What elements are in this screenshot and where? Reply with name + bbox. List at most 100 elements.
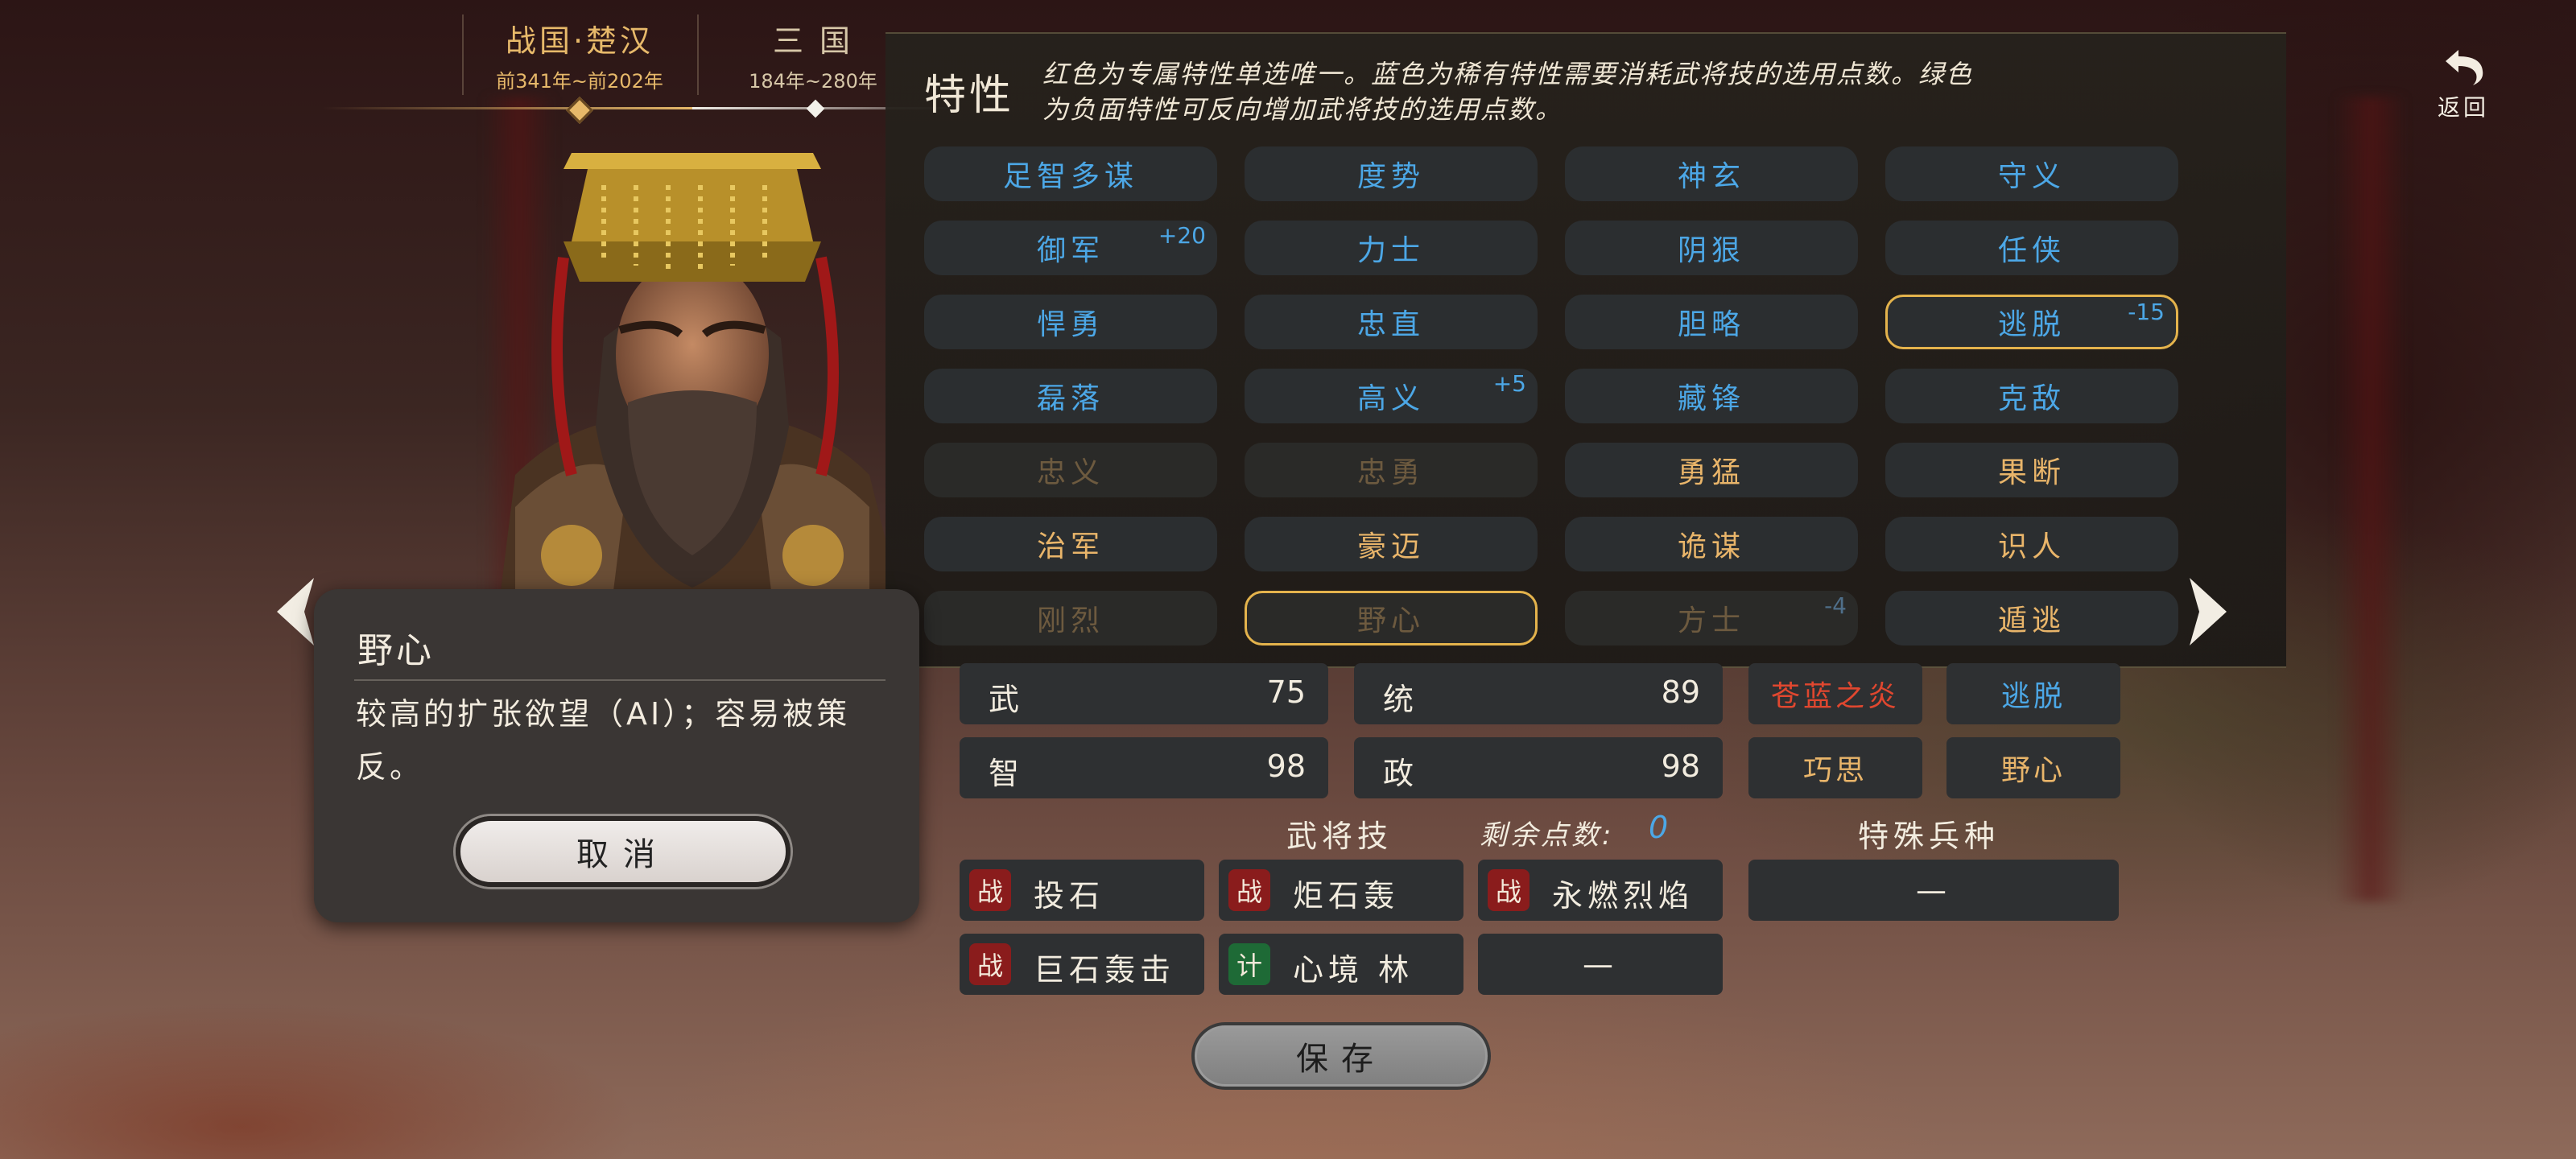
trait-option[interactable]: 足智多谋 — [924, 146, 1217, 201]
trait-option[interactable]: 识人 — [1885, 517, 2178, 571]
war-badge-icon: 战 — [1488, 869, 1530, 911]
trait-label: 诡谋 — [1677, 530, 1745, 563]
tab-divider — [462, 14, 464, 95]
tab-years: 前341年~前202年 — [496, 70, 663, 93]
trait-option[interactable]: 悍勇 — [924, 295, 1217, 349]
stat-label: 武 — [989, 682, 1020, 717]
trait-option[interactable]: 胆略 — [1565, 295, 1858, 349]
skill-name: 巨石轰击 — [1034, 952, 1176, 988]
trait-option[interactable]: 遁逃 — [1885, 591, 2178, 645]
stat-value: 98 — [1266, 749, 1306, 784]
timeline-active — [322, 107, 692, 109]
trait-label: 力士 — [1356, 234, 1425, 267]
trait-option[interactable]: 磊落 — [924, 369, 1217, 423]
return-icon — [2446, 50, 2483, 85]
trait-option[interactable]: 刚烈 — [924, 591, 1217, 645]
trait-option[interactable]: 克敌 — [1885, 369, 2178, 423]
tab-warring-states[interactable]: 战国·楚汉 前341年~前202年 — [467, 16, 692, 93]
cancel-button[interactable]: 取消 — [456, 816, 791, 887]
war-badge-icon: 战 — [969, 869, 1011, 911]
tab-name: 战国·楚汉 — [505, 23, 654, 59]
war-badge-icon: 战 — [1228, 869, 1270, 911]
stat-force: 武 75 — [960, 663, 1328, 724]
skill-slot-empty[interactable]: — — [1478, 934, 1723, 995]
trait-tooltip-popup: 野心 较高的扩张欲望（AI）；容易被策反。 取消 — [314, 589, 919, 922]
skills-title: 武将技 — [1286, 819, 1393, 854]
trait-option[interactable]: 忠勇 — [1245, 443, 1538, 497]
trait-option[interactable]: 度势 — [1245, 146, 1538, 201]
trait-label: 高义 — [1356, 382, 1425, 415]
skill-slot[interactable]: 战 永燃烈焰 — [1478, 860, 1723, 921]
trait-label: 识人 — [1997, 530, 2066, 563]
stat-value: 75 — [1266, 674, 1306, 710]
chevron-right-icon — [2190, 578, 2227, 645]
current-trait[interactable]: 野心 — [1946, 737, 2120, 798]
skill-name: 投石 — [1034, 878, 1105, 914]
trait-label: 忠直 — [1356, 308, 1425, 341]
skill-name: 心境 林 — [1293, 952, 1414, 988]
trait-option[interactable]: 诡谋 — [1565, 517, 1858, 571]
stat-politics: 政 98 — [1354, 737, 1723, 798]
special-troop-slot[interactable]: — — [1748, 860, 2119, 921]
save-button[interactable]: 保存 — [1191, 1022, 1491, 1090]
skill-slot[interactable]: 计 心境 林 — [1219, 934, 1463, 995]
trait-option[interactable]: 阴狠 — [1565, 221, 1858, 275]
trait-label: 忠勇 — [1356, 456, 1425, 489]
trait-label: 果断 — [1997, 456, 2066, 489]
back-label: 返回 — [2437, 94, 2489, 121]
trait-cost: +20 — [1158, 222, 1206, 249]
stat-label: 统 — [1383, 682, 1414, 717]
stat-label: 政 — [1383, 756, 1414, 791]
skill-slot[interactable]: 战 投石 — [960, 860, 1204, 921]
trait-option[interactable]: 果断 — [1885, 443, 2178, 497]
trait-option[interactable]: 忠直 — [1245, 295, 1538, 349]
trait-label: 忠义 — [1036, 456, 1104, 489]
skill-name: 炬石轰 — [1293, 878, 1400, 914]
trait-option[interactable]: 守义 — [1885, 146, 2178, 201]
war-badge-icon: 战 — [969, 943, 1011, 985]
trait-option[interactable]: 御军 +20 — [924, 221, 1217, 275]
trait-option[interactable]: 藏锋 — [1565, 369, 1858, 423]
skill-slot[interactable]: 战 炬石轰 — [1219, 860, 1463, 921]
popup-title: 野心 — [357, 630, 435, 671]
trait-label: 藏锋 — [1677, 382, 1745, 415]
trait-label: 胆略 — [1677, 308, 1745, 341]
trait-option[interactable]: 豪迈 — [1245, 517, 1538, 571]
trait-option[interactable]: 高义 +5 — [1245, 369, 1538, 423]
trait-label: 阴狠 — [1677, 234, 1745, 267]
plan-badge-icon: 计 — [1228, 943, 1270, 985]
trait-label: 遁逃 — [1997, 604, 2066, 637]
trait-label: 御军 — [1036, 234, 1104, 267]
back-button[interactable]: 返回 — [2431, 45, 2496, 122]
trait-label: 逃脱 — [1997, 308, 2066, 341]
trait-label: 度势 — [1356, 160, 1425, 193]
trait-option[interactable]: 忠义 — [924, 443, 1217, 497]
trait-label: 悍勇 — [1036, 308, 1104, 341]
skill-slot[interactable]: 战 巨石轰击 — [960, 934, 1204, 995]
trait-label: 任侠 — [1997, 234, 2066, 267]
traits-panel — [886, 32, 2286, 668]
current-trait-exclusive[interactable]: 苍蓝之炎 — [1748, 663, 1922, 724]
skill-name: 永燃烈焰 — [1552, 878, 1695, 914]
trait-cost: -15 — [2128, 299, 2165, 325]
trait-label: 方士 — [1677, 604, 1745, 637]
trait-option[interactable]: 力士 — [1245, 221, 1538, 275]
trait-label: 刚烈 — [1036, 604, 1104, 637]
current-trait[interactable]: 逃脱 — [1946, 663, 2120, 724]
trait-cost: +5 — [1492, 370, 1526, 397]
trait-label: 克敌 — [1997, 382, 2066, 415]
trait-label: 守义 — [1997, 160, 2066, 193]
trait-cost: -4 — [1824, 592, 1847, 619]
remaining-points-value: 0 — [1649, 810, 1669, 845]
trait-option[interactable]: 方士 -4 — [1565, 591, 1858, 645]
trait-label: 野心 — [1356, 604, 1425, 637]
trait-option[interactable]: 逃脱 -15 — [1885, 295, 2178, 349]
trait-option[interactable]: 神玄 — [1565, 146, 1858, 201]
trait-option[interactable]: 勇猛 — [1565, 443, 1858, 497]
next-arrow[interactable] — [2182, 573, 2238, 650]
trait-option[interactable]: 野心 — [1245, 591, 1538, 645]
trait-option[interactable]: 治军 — [924, 517, 1217, 571]
stat-value: 89 — [1661, 674, 1700, 710]
current-trait[interactable]: 巧思 — [1748, 737, 1922, 798]
trait-option[interactable]: 任侠 — [1885, 221, 2178, 275]
